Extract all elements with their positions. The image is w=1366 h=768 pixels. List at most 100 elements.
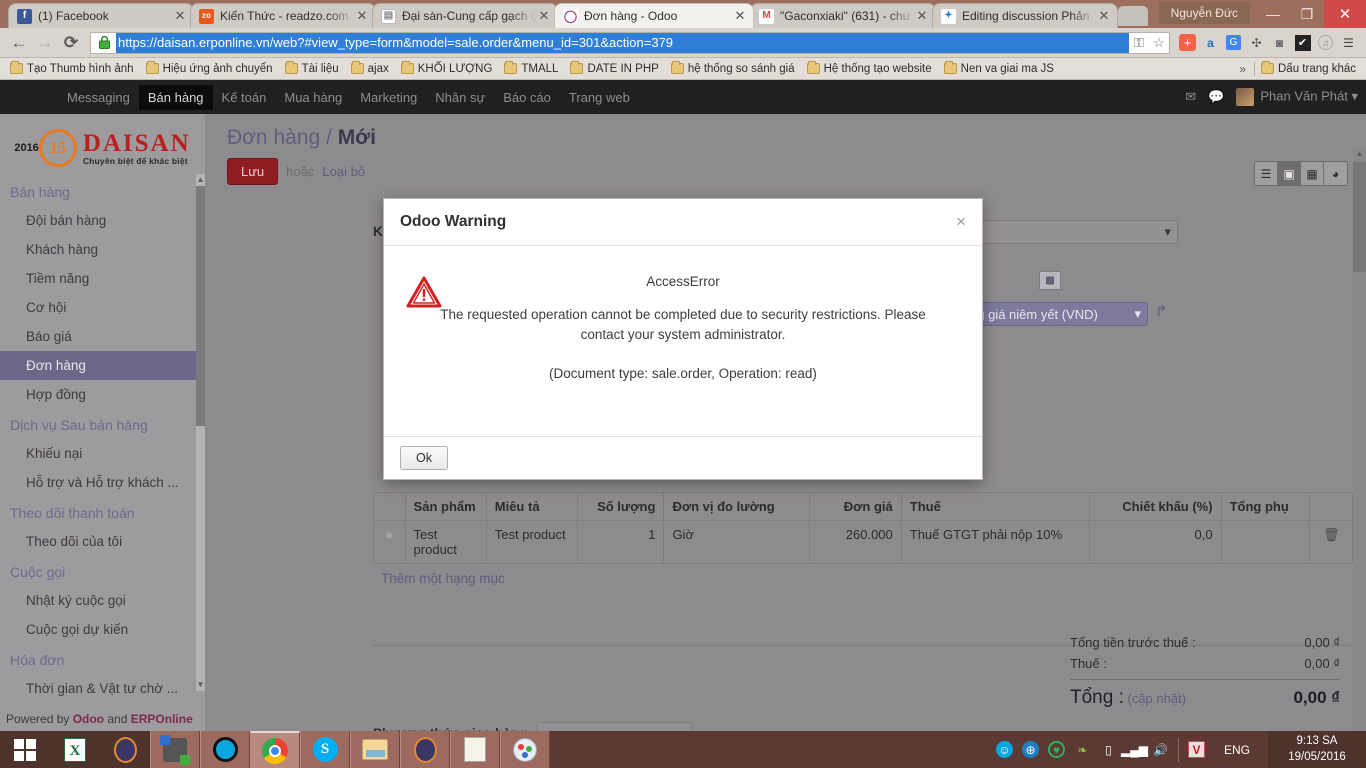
table-row[interactable]: ● Test product Test product 1 Giờ 260.00…: [373, 520, 1353, 564]
tab-close-icon[interactable]: ✕: [173, 8, 187, 24]
close-window-button[interactable]: ✕: [1324, 0, 1366, 28]
start-button[interactable]: [0, 731, 50, 768]
sidebar-item-thoi-gian-vat-tu[interactable]: Thời gian & Vật tư chờ ...: [0, 674, 205, 703]
total-update-link[interactable]: (cập nhật): [1128, 691, 1187, 706]
cell-unit-price[interactable]: 260.000: [809, 520, 902, 564]
topmenu-messaging[interactable]: Messaging: [58, 85, 139, 110]
bookmark-item[interactable]: TMALL: [498, 61, 564, 75]
bookmarks-overflow-button[interactable]: »: [1231, 62, 1254, 76]
envelope-icon[interactable]: ✉: [1185, 89, 1196, 105]
tab-close-icon[interactable]: ✕: [1097, 8, 1111, 24]
sidebar-item-tiem-nang[interactable]: Tiềm năng: [0, 264, 205, 293]
chrome-profile-button[interactable]: Nguyễn Đức: [1158, 2, 1250, 24]
cell-description[interactable]: Test product: [485, 520, 579, 564]
browser-tab-active[interactable]: ◯ Đơn hàng - Odoo ✕: [554, 3, 754, 28]
back-button[interactable]: ←: [6, 33, 32, 53]
tab-close-icon[interactable]: ✕: [537, 8, 551, 24]
taskbar-explorer[interactable]: [350, 731, 400, 768]
sidebar-item-co-hoi[interactable]: Cơ hội: [0, 293, 205, 322]
bug-extension-icon[interactable]: ✣: [1245, 32, 1268, 54]
cell-product[interactable]: Test product: [404, 520, 487, 564]
browser-tab[interactable]: ✦ Editing discussion Phản ✕: [932, 3, 1118, 28]
reload-button[interactable]: ⟳: [58, 33, 84, 53]
list-view-icon[interactable]: ☰: [1255, 162, 1278, 185]
url-text[interactable]: https://daisan.erponline.vn/web?#view_ty…: [116, 32, 1129, 53]
tab-close-icon[interactable]: ✕: [355, 8, 369, 24]
cell-uom[interactable]: Giờ: [663, 520, 811, 564]
checkmark-extension-icon[interactable]: ✔: [1291, 32, 1314, 54]
close-icon[interactable]: ×: [956, 212, 966, 232]
pricelist-dropdown-hidden[interactable]: ▾: [963, 220, 1178, 244]
bookmark-item[interactable]: Nen va giai ma JS: [938, 61, 1060, 75]
leaf-icon[interactable]: ❧: [1074, 741, 1091, 758]
sidebar-item-cuoc-goi-du-kien[interactable]: Cuộc gọi dự kiến: [0, 615, 205, 644]
cell-subtotal[interactable]: [1220, 520, 1311, 564]
taskbar-paint[interactable]: [500, 731, 550, 768]
scroll-down-icon[interactable]: ▼: [196, 679, 205, 691]
bookmark-item[interactable]: Hệ thống tạo website: [801, 61, 938, 75]
minimize-button[interactable]: —: [1256, 0, 1290, 28]
taskbar-notepad[interactable]: [450, 731, 500, 768]
address-bar[interactable]: https://daisan.erponline.vn/web?#view_ty…: [90, 31, 1170, 54]
user-menu[interactable]: Phan Văn Phát ▾: [1236, 88, 1358, 106]
menu-icon[interactable]: ☰: [1337, 32, 1360, 54]
smiley-icon[interactable]: ☺: [995, 741, 1013, 758]
sidebar-item-khach-hang[interactable]: Khách hàng: [0, 235, 205, 264]
bookmark-item[interactable]: DATE IN PHP: [564, 61, 664, 75]
device-icon[interactable]: ▯: [1100, 741, 1117, 758]
external-link-icon[interactable]: ↱: [1155, 302, 1168, 320]
content-scrollbar[interactable]: ▲: [1353, 148, 1366, 731]
odoo-link[interactable]: Odoo: [73, 712, 104, 726]
topmenu-mua-hang[interactable]: Mua hàng: [275, 85, 351, 110]
browser-tab[interactable]: zo Kiến Thức - readzo.com ✕: [190, 3, 376, 28]
bookmark-item[interactable]: Hiệu ứng ảnh chuyển: [140, 61, 279, 75]
topmenu-ban-hang[interactable]: Bán hàng: [138, 84, 213, 110]
scrollbar-thumb[interactable]: [196, 186, 205, 426]
language-indicator[interactable]: ENG: [1214, 743, 1260, 757]
taskbar-skype[interactable]: S: [300, 731, 350, 768]
topmenu-marketing[interactable]: Marketing: [351, 85, 426, 110]
plus-extension-icon[interactable]: +: [1176, 32, 1199, 54]
taskbar-unikey-2[interactable]: [400, 731, 450, 768]
topmenu-bao-cao[interactable]: Báo cáo: [494, 85, 560, 110]
save-button[interactable]: Lưu: [227, 158, 279, 185]
scrollbar-thumb[interactable]: [1353, 162, 1366, 272]
sidebar-item-don-hang[interactable]: Đơn hàng: [0, 351, 205, 380]
graph-view-icon[interactable]: ◕: [1324, 162, 1347, 185]
sidebar-item-ho-tro[interactable]: Hỗ trợ và Hỗ trợ khách ...: [0, 468, 205, 497]
sidebar-item-hop-dong[interactable]: Hợp đồng: [0, 380, 205, 409]
row-handle[interactable]: ●: [373, 520, 406, 564]
key-icon[interactable]: ⚿: [1129, 35, 1149, 51]
bookmark-item[interactable]: KHỐI LƯỢNG: [395, 61, 499, 75]
taskbar-coccoc[interactable]: [200, 731, 250, 768]
erponline-link[interactable]: ERPOnline: [131, 712, 193, 726]
trash-icon[interactable]: 🗑: [1309, 520, 1353, 564]
calendar-view-icon[interactable]: ▦: [1301, 162, 1324, 185]
clock[interactable]: 9:13 SA 19/05/2016: [1268, 731, 1366, 768]
sidebar-item-nhat-ky-cuoc-goi[interactable]: Nhật ký cuộc gọi: [0, 586, 205, 615]
pricelist-dropdown[interactable]: ng giá niêm yết (VND) ▾: [963, 302, 1148, 326]
taskbar-chrome[interactable]: [250, 731, 300, 768]
topmenu-trang-web[interactable]: Trang web: [560, 85, 639, 110]
browser-tab[interactable]: ▤ Đại sàn-Cung cấp gạch ố ✕: [372, 3, 558, 28]
topmenu-nhan-su[interactable]: Nhân sự: [426, 85, 494, 110]
ok-button[interactable]: Ok: [400, 446, 448, 470]
translate-extension-icon[interactable]: G: [1222, 32, 1245, 54]
volume-icon[interactable]: 🔊: [1152, 741, 1169, 758]
signal-icon[interactable]: ▂▄▆: [1121, 741, 1148, 758]
bookmark-item[interactable]: Tài liệu: [279, 61, 345, 75]
tab-close-icon[interactable]: ✕: [733, 8, 747, 24]
new-tab-button[interactable]: [1118, 6, 1148, 26]
sidebar-item-khieu-nai[interactable]: Khiếu nại: [0, 439, 205, 468]
sidebar-item-doi-ban-hang[interactable]: Đội bán hàng: [0, 206, 205, 235]
sidebar-item-bao-gia[interactable]: Báo giá: [0, 322, 205, 351]
cell-qty[interactable]: 1: [577, 520, 665, 564]
date-picker-button[interactable]: ▩: [1039, 271, 1061, 290]
tab-close-icon[interactable]: ✕: [915, 8, 929, 24]
maximize-button[interactable]: ❐: [1290, 0, 1324, 28]
topmenu-ke-toan[interactable]: Kế toán: [213, 85, 276, 110]
other-bookmarks-button[interactable]: Dấu trang khác: [1255, 61, 1362, 75]
breadcrumb-root[interactable]: Đơn hàng: [227, 126, 320, 149]
star-icon[interactable]: ☆: [1149, 35, 1169, 51]
form-view-icon[interactable]: ▣: [1278, 162, 1301, 185]
